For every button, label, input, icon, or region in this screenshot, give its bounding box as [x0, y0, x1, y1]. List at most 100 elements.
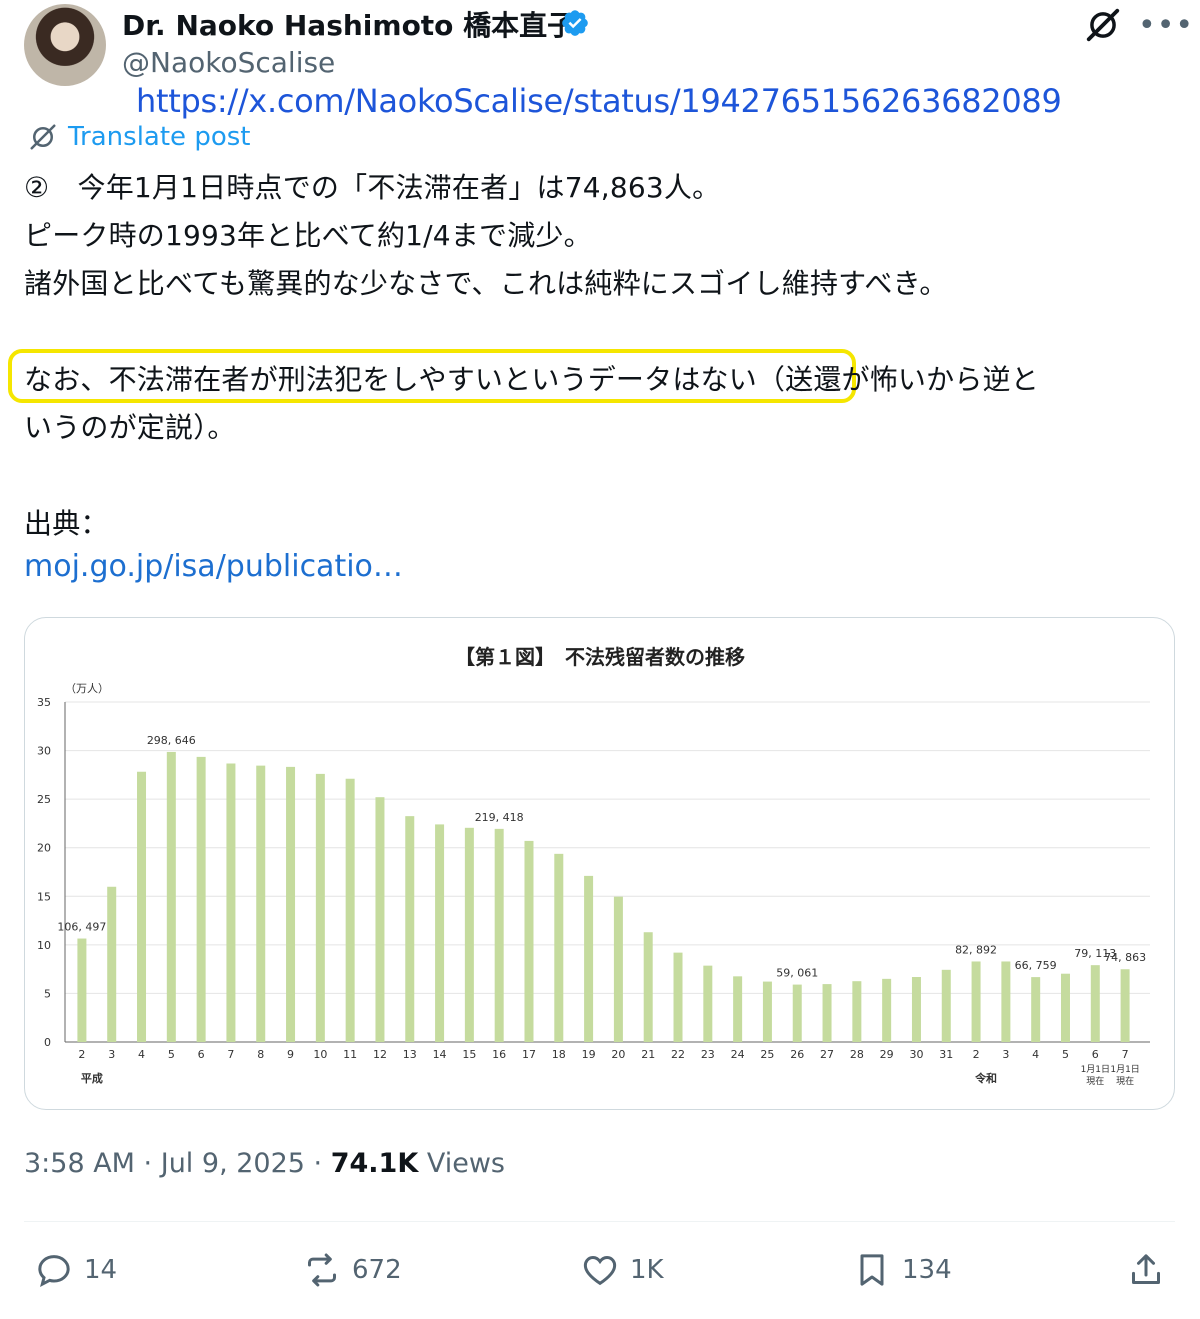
- avatar[interactable]: [24, 4, 106, 86]
- data-label: 74, 863: [1104, 951, 1146, 964]
- translate-label: Translate post: [68, 122, 251, 152]
- x-tick-label: 5: [1062, 1048, 1069, 1061]
- date-note-label: 1月1日: [1081, 1064, 1110, 1075]
- bar: [256, 765, 266, 1042]
- verified-badge-icon: [562, 10, 588, 36]
- x-tick-label: 29: [880, 1048, 894, 1061]
- author-name[interactable]: Dr. Naoko Hashimoto 橋本直子: [122, 4, 575, 44]
- chart-image-card[interactable]: 【第１図】 不法残留者数の推移 （万人） 0 5 10 15 20 25 30 35 2 3 4 5 6 7 8…: [24, 617, 1175, 1110]
- x-tick-label: 6: [198, 1048, 205, 1061]
- bookmark-icon: [860, 1254, 884, 1286]
- date-note-label: 現在: [1086, 1075, 1104, 1087]
- post-timestamp[interactable]: 3:58 AM · Jul 9, 2025 ·: [24, 1148, 331, 1179]
- x-tick-label: 26: [790, 1048, 804, 1061]
- x-tick-label: 31: [939, 1048, 953, 1061]
- post-text-line: いうのが定説）。: [24, 411, 236, 444]
- source-link[interactable]: moj.go.jp/isa/publicatio…: [24, 549, 403, 584]
- like-button[interactable]: 1K: [580, 1250, 664, 1290]
- post-url[interactable]: https://x.com/NaokoScalise/status/194276…: [136, 82, 1062, 120]
- author-handle[interactable]: @NaokoScalise: [122, 46, 335, 79]
- translate-post-link[interactable]: Translate post: [28, 122, 250, 152]
- views-label: Views: [418, 1148, 505, 1179]
- x-tick-label: 12: [373, 1048, 387, 1061]
- bar: [286, 766, 296, 1042]
- post-text-line: 諸外国と比べても驚異的な少なさで、これは純粋にスゴイし維持すべき。: [24, 267, 948, 300]
- bar: [1090, 965, 1100, 1042]
- bar: [733, 976, 743, 1042]
- bar: [673, 952, 683, 1042]
- x-tick-label: 18: [552, 1048, 566, 1061]
- chart-title: 【第１図】 不法残留者数の推移: [455, 645, 745, 669]
- bar: [941, 969, 951, 1042]
- bar: [166, 751, 176, 1042]
- share-button[interactable]: [1126, 1250, 1166, 1290]
- bar: [345, 778, 355, 1042]
- y-tick-label: 0: [44, 1036, 51, 1049]
- bar: [852, 981, 862, 1042]
- globe-icon: [30, 124, 56, 150]
- more-options-icon[interactable]: •••: [1138, 8, 1194, 43]
- x-tick-label: 16: [492, 1048, 506, 1061]
- data-label: 82, 892: [955, 943, 997, 956]
- bar: [822, 984, 832, 1042]
- bar: [613, 896, 623, 1042]
- x-tick-label: 5: [168, 1048, 175, 1061]
- y-tick-label: 15: [37, 890, 51, 903]
- post-text-line: 出典：: [24, 507, 109, 540]
- x-tick-label: 20: [611, 1048, 625, 1061]
- x-tick-label: 3: [1002, 1048, 1009, 1061]
- reply-button[interactable]: 14: [34, 1250, 117, 1290]
- x-tick-label: 17: [522, 1048, 536, 1061]
- bar: [107, 886, 117, 1042]
- bookmark-button[interactable]: 134: [852, 1250, 952, 1290]
- y-tick-label: 10: [37, 939, 51, 952]
- x-tick-label: 14: [433, 1048, 447, 1061]
- bar: [762, 981, 772, 1042]
- post-text-line: ピーク時の1993年と比べて約1/4まで減少。: [24, 219, 592, 252]
- data-label: 59, 061: [776, 967, 818, 980]
- y-tick-label: 5: [44, 987, 51, 1000]
- repost-button[interactable]: 672: [302, 1250, 402, 1290]
- bar: [1120, 969, 1130, 1042]
- y-tick-label: 35: [37, 696, 51, 709]
- data-label: 219, 418: [475, 811, 524, 824]
- x-tick-label: 21: [641, 1048, 655, 1061]
- bar: [464, 827, 474, 1042]
- bar: [1001, 961, 1011, 1042]
- bar: [375, 797, 385, 1042]
- y-tick-label: 30: [37, 745, 51, 758]
- bar: [584, 875, 594, 1042]
- bar: [196, 756, 206, 1042]
- heart-icon: [583, 1255, 617, 1286]
- y-tick-label: 20: [37, 842, 51, 855]
- x-tick-label: 10: [313, 1048, 327, 1061]
- x-tick-label: 7: [227, 1048, 234, 1061]
- bar: [643, 932, 653, 1042]
- bar: [405, 816, 415, 1042]
- bar: [911, 977, 921, 1042]
- data-label: 66, 759: [1015, 959, 1057, 972]
- bar: [435, 824, 445, 1042]
- bar: [226, 763, 236, 1042]
- reply-icon: [38, 1255, 70, 1288]
- bar: [1031, 977, 1041, 1042]
- era-label: 令和: [974, 1071, 997, 1085]
- divider: [24, 1221, 1175, 1222]
- x-tick-label: 28: [850, 1048, 864, 1061]
- x-tick-label: 3: [108, 1048, 115, 1061]
- repost-count: 672: [352, 1255, 402, 1285]
- x-tick-label: 11: [343, 1048, 357, 1061]
- bar: [137, 771, 147, 1042]
- bar: [524, 840, 534, 1042]
- x-tick-label: 2: [973, 1048, 980, 1061]
- x-tick-label: 8: [257, 1048, 264, 1061]
- bar-chart: 【第１図】 不法残留者数の推移（万人）051015202530352 3 4 5 6 7 8…: [37, 645, 1150, 1087]
- grok-icon[interactable]: [1084, 6, 1122, 44]
- views-count: 74.1K: [330, 1148, 419, 1179]
- x-tick-label: 4: [1032, 1048, 1039, 1061]
- x-tick-label: 9: [287, 1048, 294, 1061]
- x-tick-label: 25: [760, 1048, 774, 1061]
- y-tick-label: 25: [37, 793, 51, 806]
- x-tick-label: 13: [403, 1048, 417, 1061]
- bar: [315, 773, 325, 1042]
